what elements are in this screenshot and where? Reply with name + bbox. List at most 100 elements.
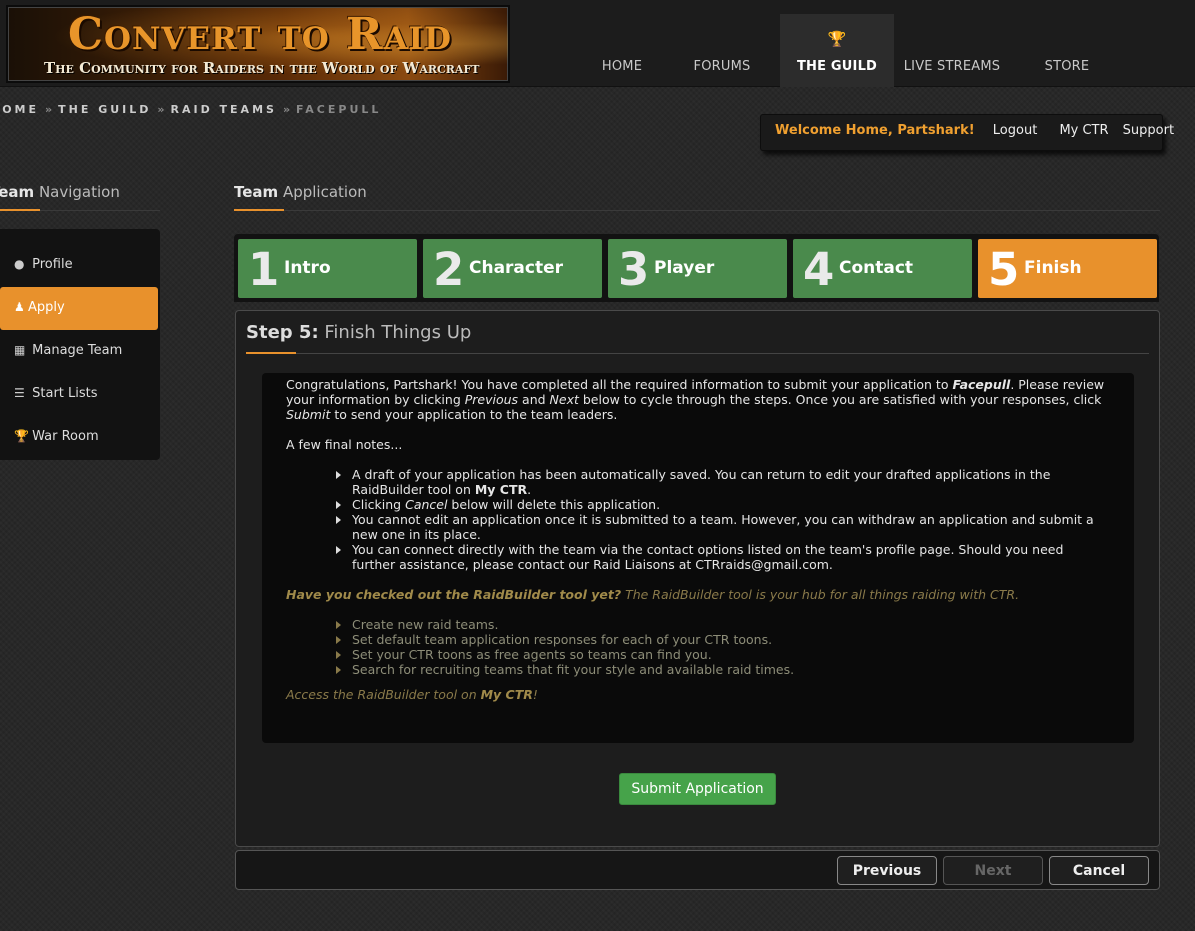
list-item: Create new raid teams. <box>336 617 1110 632</box>
raidbuilder-list: Create new raid teams. Set default team … <box>336 617 1110 677</box>
breadcrumb-raid-teams[interactable]: RAID TEAMS <box>171 103 277 116</box>
sidebar-item-war-room[interactable]: 🏆 War Room <box>0 416 158 459</box>
step-number: 1 <box>248 243 280 296</box>
intro-text: below to cycle through the steps. Once y… <box>578 392 1102 407</box>
panel-title-bold: Step 5: <box>246 322 319 343</box>
step-finish[interactable]: 5 Finish <box>978 239 1157 298</box>
access-text: ! <box>532 687 538 702</box>
breadcrumb: HOME » THE GUILD » RAID TEAMS » FACEPULL <box>0 103 381 116</box>
intro-next: Next <box>549 392 579 407</box>
raidbuilder-section: Have you checked out the RaidBuilder too… <box>286 587 1110 702</box>
nav-home[interactable]: HOME <box>565 14 679 87</box>
sidebar-item-apply[interactable]: ♟ Apply <box>0 287 158 330</box>
application-steps: 1 Intro 2 Character 3 Player 4 Contact 5… <box>234 234 1159 302</box>
intro-previous: Previous <box>464 392 519 407</box>
note-text: Clicking <box>352 497 406 512</box>
previous-button[interactable]: Previous <box>837 856 937 885</box>
list-item: A draft of your application has been aut… <box>336 467 1110 497</box>
logo-subtitle: The Community for Raiders in the World o… <box>44 59 480 77</box>
finish-panel: Step 5: Finish Things Up Congratulations… <box>235 310 1160 847</box>
title-underline <box>0 209 40 211</box>
step-number: 5 <box>988 243 1020 296</box>
note-text: below will delete this application. <box>447 497 661 512</box>
sidebar-item-label: Start Lists <box>32 386 98 401</box>
step-number: 3 <box>618 243 650 296</box>
puzzle-icon: ▦ <box>14 343 26 357</box>
next-button[interactable]: Next <box>943 856 1043 885</box>
team-sidebar: ● Profile ♟ Apply ▦ Manage Team ☰ Start L… <box>0 229 160 460</box>
support-link[interactable]: Support <box>1123 123 1174 138</box>
title-rest: Navigation <box>38 183 120 201</box>
list-item: You cannot edit an application once it i… <box>336 512 1110 542</box>
note-text: . <box>527 482 532 497</box>
welcome-message: Welcome Home, Partshark! <box>775 123 975 138</box>
nav-the-guild[interactable]: 🏆 THE GUILD <box>780 14 894 87</box>
nav-store[interactable]: STORE <box>1010 14 1124 87</box>
intro-text: and <box>518 392 550 407</box>
title-rest: Application <box>282 183 367 201</box>
finish-content: Congratulations, Partshark! You have com… <box>262 373 1134 743</box>
nav-the-guild-label: THE GUILD <box>796 59 878 74</box>
sidebar-item-start-lists[interactable]: ☰ Start Lists <box>0 373 158 416</box>
list-item: Set your CTR toons as free agents so tea… <box>336 647 1110 662</box>
step-navigation-bar: Previous Next Cancel <box>235 850 1160 890</box>
my-ctr-link[interactable]: My CTR <box>481 687 533 702</box>
user-welcome-box: Welcome Home, Partshark! Logout My CTR S… <box>760 114 1174 151</box>
breadcrumb-home[interactable]: HOME <box>0 103 39 116</box>
trophy-icon: 🏆 <box>827 30 847 48</box>
note-cancel: Cancel <box>405 497 448 512</box>
access-text: Access the RaidBuilder tool on <box>286 687 481 702</box>
step-character[interactable]: 2 Character <box>423 239 602 298</box>
intro-paragraph: Congratulations, Partshark! You have com… <box>286 377 1110 422</box>
site-logo[interactable]: Convert to Raid The Community for Raider… <box>6 5 510 83</box>
step-label: Intro <box>284 258 331 278</box>
breadcrumb-separator: » <box>282 103 291 116</box>
breadcrumb-separator: » <box>157 103 165 116</box>
nav-forums[interactable]: FORUMS <box>665 14 779 87</box>
cancel-button[interactable]: Cancel <box>1049 856 1149 885</box>
step-label: Contact <box>839 258 914 278</box>
step-label: Character <box>469 258 564 278</box>
breadcrumb-current: FACEPULL <box>296 103 382 116</box>
raidbuilder-question: Have you checked out the RaidBuilder too… <box>286 587 1110 602</box>
trophy-icon: 🏆 <box>14 429 29 443</box>
panel-title-rest: Finish Things Up <box>324 322 472 343</box>
list-item: You can connect directly with the team v… <box>336 542 1110 572</box>
step-player[interactable]: 3 Player <box>608 239 787 298</box>
panel-title-underline <box>246 352 296 354</box>
submit-application-button[interactable]: Submit Application <box>619 773 776 805</box>
my-ctr-link[interactable]: My CTR <box>1059 123 1108 138</box>
note-text: A draft of your application has been aut… <box>352 467 1051 497</box>
sidebar-item-manage-team[interactable]: ▦ Manage Team <box>0 330 158 373</box>
intro-text: Congratulations, Partshark! You have com… <box>286 377 953 392</box>
list-item: Clicking Cancel below will delete this a… <box>336 497 1110 512</box>
users-icon: ● <box>14 257 25 271</box>
step-label: Finish <box>1024 258 1082 278</box>
step-label: Player <box>654 258 715 278</box>
sidebar-item-label: Manage Team <box>32 343 123 358</box>
sidebar-item-label: War Room <box>32 429 99 444</box>
title-bold: Team <box>234 183 279 201</box>
sidebar-item-label: Profile <box>32 257 73 272</box>
logout-link[interactable]: Logout <box>993 123 1038 138</box>
nav-live-streams[interactable]: LIVE STREAMS <box>895 14 1009 87</box>
raidbuilder-question-rest: The RaidBuilder tool is your hub for all… <box>621 587 1020 602</box>
user-icon: ♟ <box>14 300 25 314</box>
raidbuilder-question-bold: Have you checked out the RaidBuilder too… <box>286 587 622 602</box>
team-application-title: Team Application <box>234 183 1160 211</box>
team-name: Facepull <box>952 377 1011 392</box>
intro-text: to send your application to the team lea… <box>330 407 618 422</box>
sidebar-item-profile[interactable]: ● Profile <box>0 244 158 287</box>
sidebar-item-label: Apply <box>28 300 65 315</box>
team-navigation-title: Team Navigation <box>0 183 160 211</box>
list-item: Set default team application responses f… <box>336 632 1110 647</box>
panel-title: Step 5: Finish Things Up <box>246 322 1149 354</box>
step-contact[interactable]: 4 Contact <box>793 239 972 298</box>
breadcrumb-the-guild[interactable]: THE GUILD <box>58 103 151 116</box>
list-item: Search for recruiting teams that fit you… <box>336 662 1110 677</box>
logo-title: Convert to Raid <box>68 9 453 60</box>
notes-heading: A few final notes... <box>286 437 403 452</box>
breadcrumb-separator: » <box>45 103 53 116</box>
step-number: 4 <box>803 243 835 296</box>
step-intro[interactable]: 1 Intro <box>238 239 417 298</box>
